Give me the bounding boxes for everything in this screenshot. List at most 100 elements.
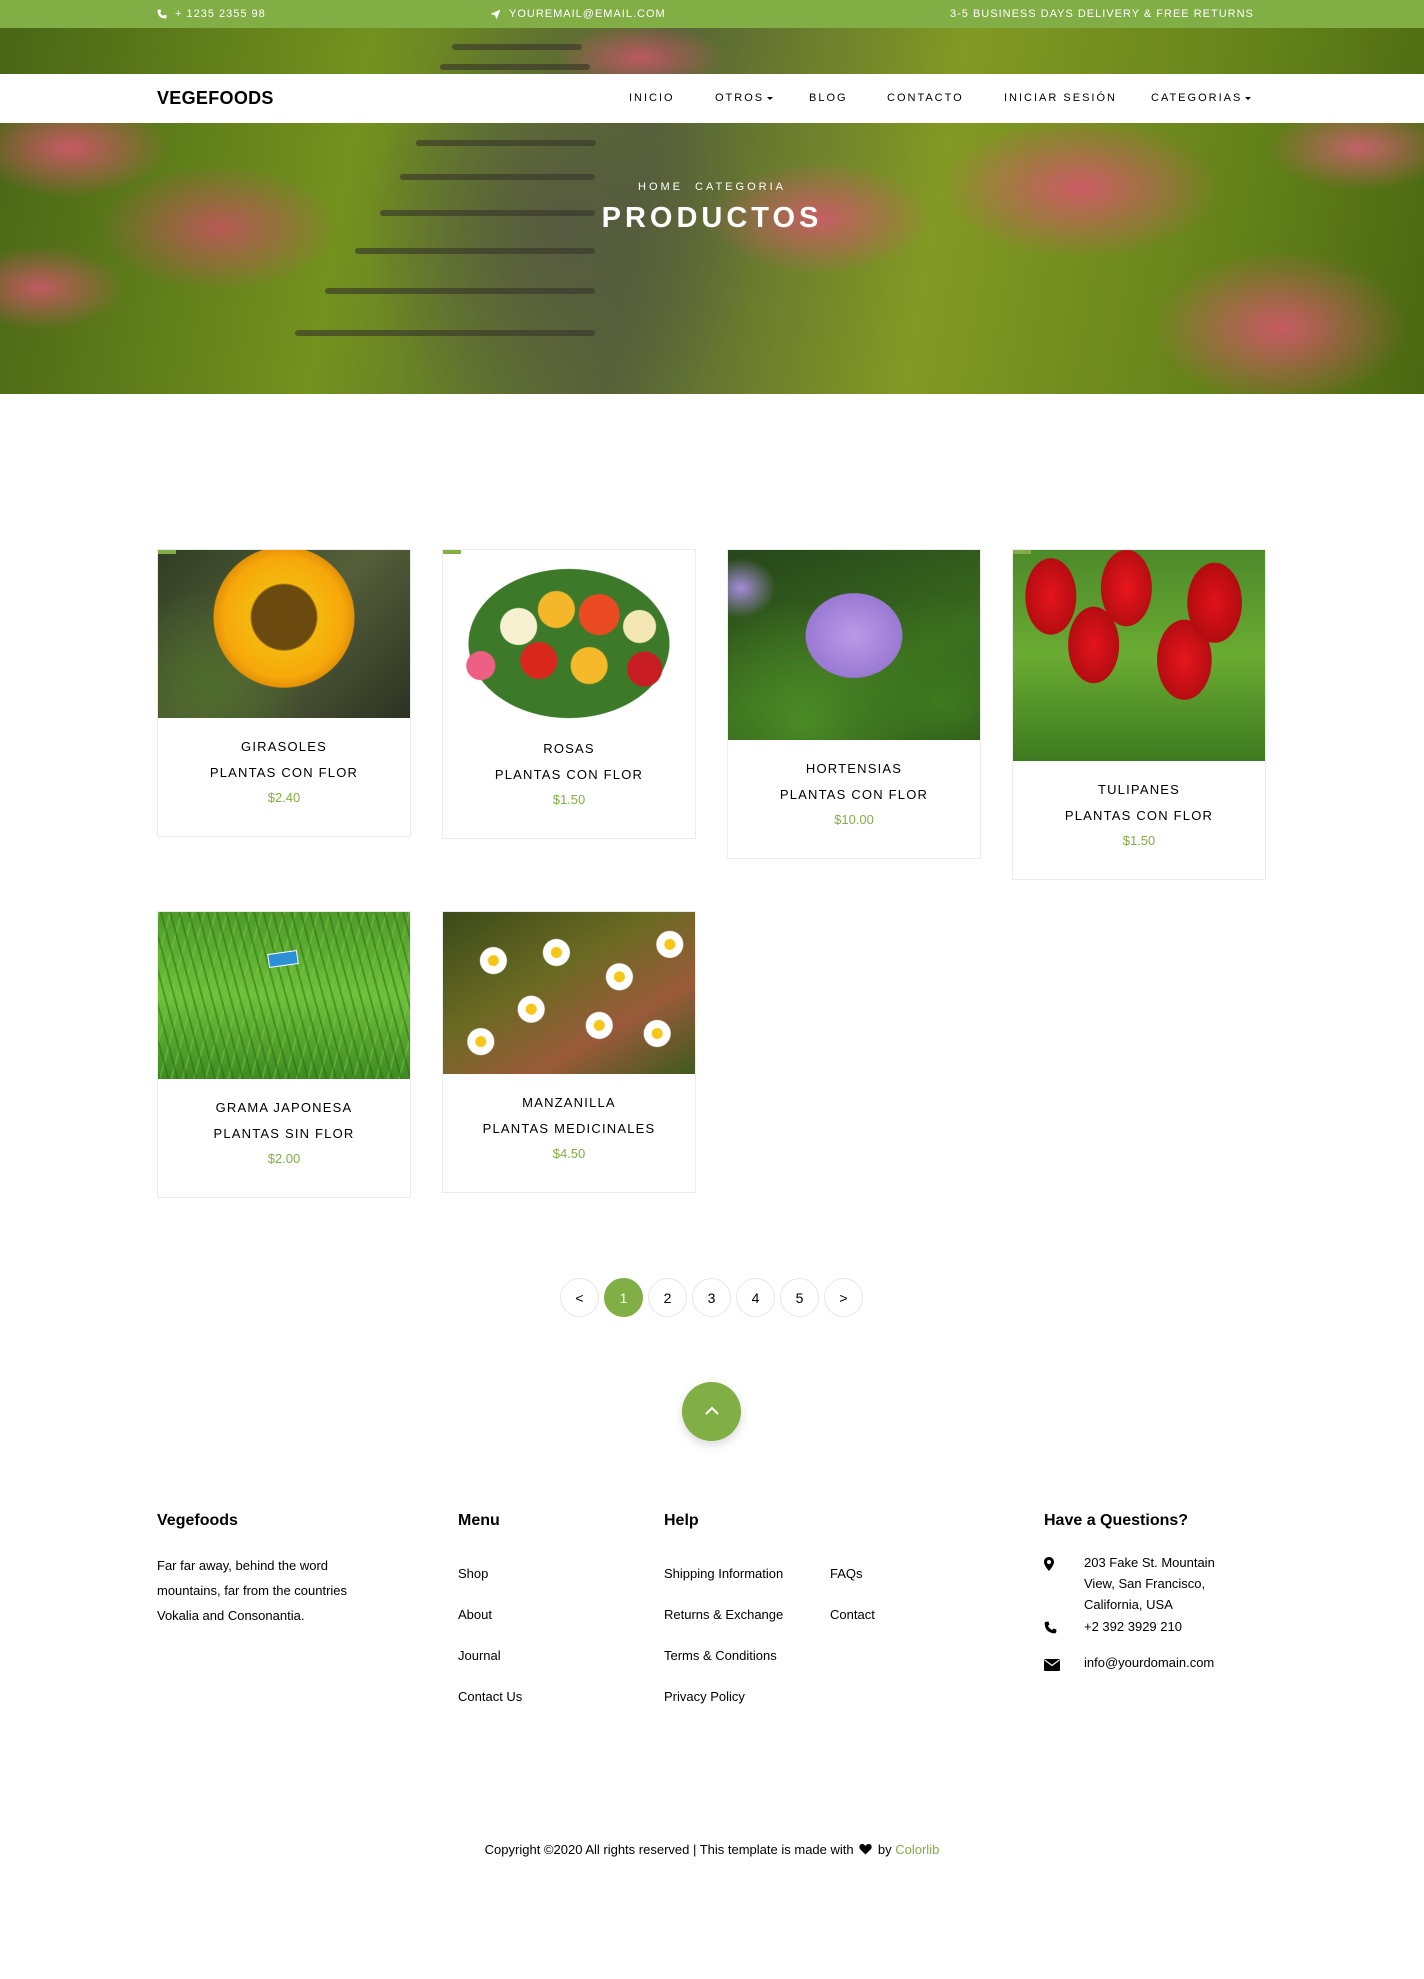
product-price: $2.00: [267, 1151, 301, 1166]
product-name[interactable]: TULIPANES: [1013, 777, 1265, 803]
footer-phone[interactable]: +2 392 3929 210: [1084, 1619, 1182, 1634]
footer-link-privacy[interactable]: Privacy Policy: [664, 1689, 745, 1704]
breadcrumb: HOME CATEGORIA: [0, 181, 1424, 193]
footer-link-returns[interactable]: Returns & Exchange: [664, 1607, 783, 1622]
copyright-text: Copyright ©2020 All rights reserved | Th…: [484, 1842, 854, 1857]
envelope-icon: [1044, 1658, 1060, 1676]
nav-iniciar-sesion[interactable]: INICIAR SESIÓN: [1004, 92, 1117, 104]
heart-icon: [859, 1843, 872, 1858]
product-card[interactable]: TULIPANES PLANTAS CON FLOR $1.50: [1012, 549, 1266, 880]
nav-categorias[interactable]: CATEGORIAS: [1151, 92, 1252, 104]
product-category: PLANTAS MEDICINALES: [482, 1121, 656, 1136]
caret-down-icon: [767, 96, 774, 100]
copyright: Copyright ©2020 All rights reserved | Th…: [0, 1842, 1424, 1858]
product-category: PLANTAS CON FLOR: [494, 767, 644, 782]
topbar-phone-text: + 1235 2355 98: [175, 8, 266, 20]
product-name[interactable]: GIRASOLES: [158, 734, 410, 760]
product-name[interactable]: ROSAS: [443, 736, 695, 762]
nav-contacto[interactable]: CONTACTO: [887, 92, 964, 104]
product-name[interactable]: HORTENSIAS: [728, 756, 980, 782]
pagination-page-1[interactable]: 1: [604, 1278, 643, 1317]
topbar-email-text: YOUREMAIL@EMAIL.COM: [509, 8, 666, 20]
pagination-prev[interactable]: <: [560, 1278, 599, 1317]
main-navbar: VEGEFOODS INICIO OTROS BLOG CONTACTO INI…: [0, 74, 1424, 123]
nav-otros-label: OTROS: [715, 92, 765, 104]
footer-link-contact[interactable]: Contact: [830, 1607, 875, 1622]
footer-link-shipping[interactable]: Shipping Information: [664, 1566, 783, 1581]
product-tag: [1013, 550, 1031, 554]
product-price: $4.50: [552, 1146, 586, 1161]
paper-plane-icon: [490, 9, 501, 20]
product-image[interactable]: [443, 912, 695, 1074]
product-price: $10.00: [834, 812, 874, 827]
product-category: PLANTAS CON FLOR: [779, 787, 929, 802]
nav-blog[interactable]: BLOG: [809, 92, 848, 104]
caret-down-icon: [1245, 96, 1252, 100]
product-price: $2.40: [267, 790, 301, 805]
product-tag: [443, 550, 461, 554]
product-card[interactable]: ROSAS PLANTAS CON FLOR $1.50: [442, 549, 696, 839]
scroll-to-top-button[interactable]: [682, 1382, 741, 1441]
topbar-email[interactable]: YOUREMAIL@EMAIL.COM: [490, 8, 666, 20]
footer-contact-title: Have a Questions?: [1044, 1512, 1189, 1529]
pagination: < 1 2 3 4 5 >: [560, 1278, 863, 1317]
product-category: PLANTAS SIN FLOR: [213, 1126, 355, 1141]
product-image[interactable]: [158, 912, 410, 1079]
footer-email[interactable]: info@yourdomain.com: [1084, 1655, 1214, 1670]
product-image[interactable]: [728, 550, 980, 740]
phone-icon: [1044, 1621, 1057, 1639]
topbar-phone: + 1235 2355 98: [157, 8, 266, 20]
product-category: PLANTAS CON FLOR: [209, 765, 359, 780]
product-price: $1.50: [552, 792, 586, 807]
product-price: $1.50: [1122, 833, 1156, 848]
breadcrumb-categoria: CATEGORIA: [695, 181, 786, 193]
product-info: GIRASOLES PLANTAS CON FLOR $2.40: [158, 718, 410, 805]
footer-link-terms[interactable]: Terms & Conditions: [664, 1648, 777, 1663]
footer-link-about[interactable]: About: [458, 1607, 492, 1622]
colorlib-link[interactable]: Colorlib: [895, 1842, 939, 1857]
product-card[interactable]: MANZANILLA PLANTAS MEDICINALES $4.50: [442, 911, 696, 1193]
pagination-page-5[interactable]: 5: [780, 1278, 819, 1317]
top-bar: + 1235 2355 98 YOUREMAIL@EMAIL.COM 3-5 B…: [0, 0, 1424, 28]
topbar-delivery-text: 3-5 BUSINESS DAYS DELIVERY & FREE RETURN…: [950, 8, 1254, 20]
brand-logo[interactable]: VEGEFOODS: [157, 88, 274, 109]
product-info: TULIPANES PLANTAS CON FLOR $1.50: [1013, 761, 1265, 848]
nav-otros[interactable]: OTROS: [715, 92, 774, 104]
product-image[interactable]: [158, 550, 410, 718]
product-tag: [158, 550, 176, 554]
product-name[interactable]: GRAMA JAPONESA: [158, 1095, 410, 1121]
product-image[interactable]: [1013, 550, 1265, 761]
product-info: HORTENSIAS PLANTAS CON FLOR $10.00: [728, 740, 980, 827]
chevron-up-icon: [704, 1403, 719, 1421]
phone-icon: [157, 9, 167, 19]
footer-link-contact-us[interactable]: Contact Us: [458, 1689, 522, 1704]
pagination-page-2[interactable]: 2: [648, 1278, 687, 1317]
product-card[interactable]: GIRASOLES PLANTAS CON FLOR $2.40: [157, 549, 411, 837]
copyright-by: by: [877, 1842, 892, 1857]
footer-link-shop[interactable]: Shop: [458, 1566, 488, 1581]
product-name[interactable]: MANZANILLA: [443, 1090, 695, 1116]
product-info: MANZANILLA PLANTAS MEDICINALES $4.50: [443, 1074, 695, 1161]
footer-about-text: Far far away, behind the word mountains,…: [157, 1558, 348, 1623]
topbar-delivery: 3-5 BUSINESS DAYS DELIVERY & FREE RETURN…: [950, 8, 1254, 20]
footer-help-title: Help: [664, 1512, 699, 1529]
breadcrumb-home[interactable]: HOME: [638, 181, 683, 193]
product-card[interactable]: HORTENSIAS PLANTAS CON FLOR $10.00: [727, 549, 981, 859]
map-marker-icon: [1044, 1557, 1054, 1576]
nav-inicio[interactable]: INICIO: [629, 92, 675, 104]
nav-categorias-label: CATEGORIAS: [1151, 92, 1243, 104]
page-title: PRODUCTOS: [601, 202, 823, 234]
product-card[interactable]: GRAMA JAPONESA PLANTAS SIN FLOR $2.00: [157, 911, 411, 1198]
footer-link-faqs[interactable]: FAQs: [830, 1566, 863, 1581]
product-info: ROSAS PLANTAS CON FLOR $1.50: [443, 720, 695, 807]
pagination-page-3[interactable]: 3: [692, 1278, 731, 1317]
product-info: GRAMA JAPONESA PLANTAS SIN FLOR $2.00: [158, 1079, 410, 1166]
pagination-next[interactable]: >: [824, 1278, 863, 1317]
product-category: PLANTAS CON FLOR: [1064, 808, 1214, 823]
footer-menu-title: Menu: [458, 1512, 500, 1529]
footer-link-journal[interactable]: Journal: [458, 1648, 501, 1663]
pagination-page-4[interactable]: 4: [736, 1278, 775, 1317]
product-image[interactable]: [443, 550, 695, 720]
footer-address: 203 Fake St. Mountain View, San Francisc…: [1084, 1555, 1215, 1612]
footer-about-title: Vegefoods: [157, 1512, 238, 1529]
